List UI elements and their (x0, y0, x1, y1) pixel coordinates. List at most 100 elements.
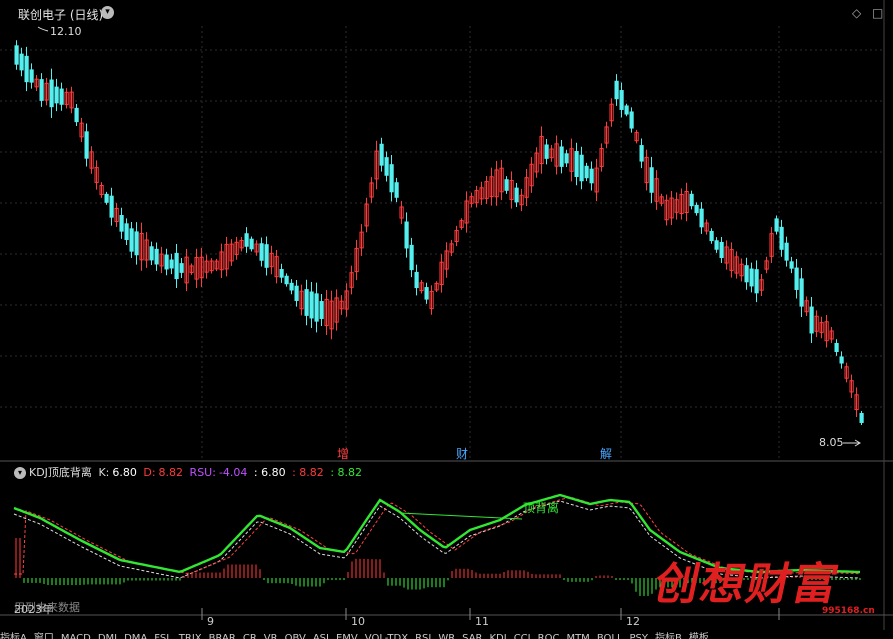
candle-down (109, 195, 114, 218)
indicator-tab[interactable]: KDJ (489, 634, 506, 639)
candle-down (14, 45, 19, 65)
candle-down (244, 233, 249, 247)
candle-down (104, 193, 109, 203)
candle-down (754, 269, 759, 294)
indicator-tab[interactable]: BOLL (597, 634, 623, 639)
candle-down (74, 107, 79, 123)
candle-down (54, 86, 59, 104)
indicator-tab[interactable]: 模板 (689, 634, 709, 639)
indicator-tab[interactable]: RSI (415, 634, 431, 639)
indicator-tab[interactable]: ROC (538, 634, 560, 639)
event-marker-cai[interactable]: 财 (456, 447, 468, 461)
candle-down (394, 182, 399, 198)
candle-down (129, 228, 134, 252)
price-candlestick-chart[interactable]: 12.10 8.05 增 财 解 (0, 0, 893, 462)
candle-down (384, 157, 389, 176)
candle-down (39, 79, 44, 101)
time-label-12: 12 (626, 615, 640, 628)
indicator-tab[interactable]: PSY (630, 634, 649, 639)
indicator-tab[interactable]: MACD (61, 634, 91, 639)
candle-down (59, 88, 64, 105)
indicator-tab[interactable]: VOL-TDX (365, 634, 408, 639)
low-price-label: 8.05 (819, 436, 844, 449)
indicator-tab[interactable]: SAR (462, 634, 482, 639)
candle-down (689, 193, 694, 207)
candle-down (179, 263, 184, 273)
indicator-tab[interactable]: VR (264, 634, 278, 639)
indicator-tab[interactable]: DMI (98, 634, 117, 639)
candle-down (404, 221, 409, 249)
indicator-tab[interactable]: FSL (154, 634, 172, 639)
indicator-tab[interactable]: OBV (285, 634, 306, 639)
indicator-tab[interactable]: MTM (566, 634, 589, 639)
candle-down (579, 154, 584, 182)
candle-down (629, 111, 634, 129)
candle-down (694, 204, 699, 214)
candle-down (559, 146, 564, 167)
candle-down (774, 218, 779, 232)
indicator-tab[interactable]: 窗口 (34, 634, 54, 639)
candle-down (379, 143, 384, 166)
indicator-tab[interactable]: BRAR (209, 634, 236, 639)
candle-down (259, 243, 264, 261)
candle-down (544, 144, 549, 159)
indicator-tab[interactable]: TRIX (179, 634, 202, 639)
candle-down (154, 248, 159, 265)
indicator-tab[interactable]: EMV (336, 634, 358, 639)
event-marker-jie[interactable]: 解 (600, 447, 612, 461)
candle-down (264, 244, 269, 268)
candle-down (309, 291, 314, 319)
time-label-9: 9 (207, 615, 214, 628)
indicator-tab[interactable]: CCI (514, 634, 531, 639)
indicator-tab[interactable]: 指标A (0, 634, 27, 639)
candle-down (719, 241, 724, 259)
candle-down (779, 226, 784, 250)
watermark-logo: 创想财富 (649, 559, 845, 610)
candle-down (24, 55, 29, 83)
divergence-line (399, 512, 523, 520)
candle-down (784, 242, 789, 261)
candle-down (624, 105, 629, 115)
candle-down (809, 306, 814, 334)
divergence-label: 顶背离 (523, 500, 559, 515)
indicator-tab[interactable]: WR (438, 634, 455, 639)
candle-down (699, 208, 704, 228)
event-marker-zeng[interactable]: 增 (337, 447, 349, 461)
candle-down (859, 413, 864, 423)
candle-down (799, 278, 804, 307)
candle-down (584, 165, 589, 179)
high-pointer (37, 26, 49, 32)
candle-down (514, 187, 519, 203)
indicator-tab[interactable]: DMA (124, 634, 147, 639)
candle-down (424, 287, 429, 300)
time-label-11: 11 (475, 615, 489, 628)
candle-down (294, 285, 299, 301)
indicator-tab[interactable]: ASI (313, 634, 329, 639)
candle-down (289, 282, 294, 291)
candle-down (504, 179, 509, 191)
candle-down (164, 254, 169, 270)
candle-down (649, 167, 654, 193)
candle-down (174, 252, 179, 280)
candle-down (284, 275, 289, 285)
candle-down (709, 230, 714, 242)
candle-down (619, 90, 624, 110)
candle-down (304, 289, 309, 316)
candle-down (19, 53, 24, 71)
candle-down (794, 267, 799, 290)
watermark-url: 995168.cn (822, 606, 875, 616)
candle-down (249, 238, 254, 250)
candle-down (839, 356, 844, 364)
candle-down (714, 240, 719, 250)
candle-down (639, 145, 644, 162)
candle-down (749, 268, 754, 287)
candle-down (414, 271, 419, 289)
candle-down (149, 246, 154, 261)
candle-down (319, 301, 324, 319)
time-label-2023: 2023年 (14, 602, 53, 616)
indicator-tabs-bar: 指标A 窗口 MACD DMI DMA FSL TRIX BRAR CR VR OBV ASI EMV V… (0, 630, 893, 639)
time-label-10: 10 (351, 615, 365, 628)
indicator-tab[interactable]: CR (243, 634, 257, 639)
indicator-tab[interactable]: 指标B (655, 634, 682, 639)
candle-down (564, 153, 569, 164)
